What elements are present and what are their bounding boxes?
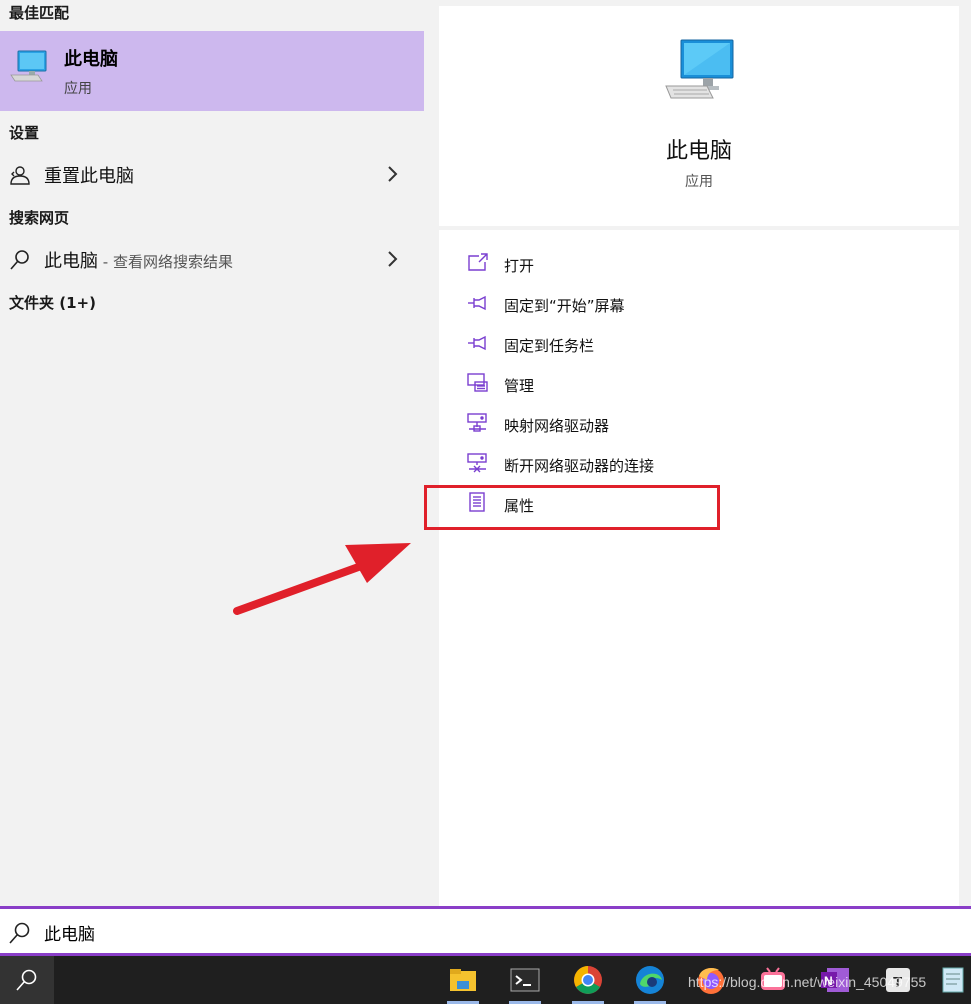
open-icon (467, 252, 489, 274)
pin-icon (467, 292, 489, 314)
web-search-suffix: - 查看网络搜索结果 (98, 253, 233, 271)
action-label: 映射网络驱动器 (504, 417, 610, 435)
best-match-subtitle: 应用 (64, 81, 92, 97)
action-label: 固定到“开始”屏幕 (504, 297, 625, 315)
notepad-icon[interactable] (935, 962, 971, 998)
computer-icon (10, 49, 48, 89)
chevron-right-icon (385, 165, 399, 183)
action-label: 打开 (504, 257, 535, 275)
settings-header: 设置 (9, 124, 40, 142)
chevron-right-icon (385, 250, 399, 268)
taskbar: N T https://blog.csdn.net/weixin_4504975… (0, 956, 971, 1004)
watermark-text: https://blog.csdn.net/weixin_45049755 (688, 974, 927, 990)
action-label: 固定到任务栏 (504, 337, 595, 355)
best-match-header: 最佳匹配 (9, 4, 70, 22)
pin-icon (467, 332, 489, 354)
disconnect-drive-icon (467, 452, 489, 474)
results-pane: 最佳匹配 此电脑 应用 设置 重置此电脑 搜索网页 此电脑 - 查看网络搜索结果… (0, 0, 424, 906)
action-label: 断开网络驱动器的连接 (504, 457, 655, 475)
action-map-network-drive[interactable]: 映射网络驱动器 (459, 406, 929, 442)
action-manage[interactable]: 管理 (459, 366, 929, 402)
manage-icon (467, 372, 489, 394)
detail-header-panel: 此电脑 应用 (439, 6, 959, 226)
chrome-icon[interactable] (570, 962, 606, 1004)
action-properties[interactable]: 属性 (459, 486, 929, 522)
actions-panel: 打开 固定到“开始”屏幕 固定到任务栏 管理 映射网络驱动器 断开网络驱动器的连… (439, 230, 959, 906)
search-bar (0, 906, 971, 956)
action-label: 属性 (504, 497, 535, 515)
folders-header[interactable]: 文件夹 (1+) (9, 292, 96, 313)
computer-icon (665, 36, 735, 110)
file-explorer-icon[interactable] (445, 962, 481, 1004)
web-search-label: 此电脑 - 查看网络搜索结果 (44, 247, 233, 273)
action-pin-to-taskbar[interactable]: 固定到任务栏 (459, 326, 929, 362)
taskbar-search-button[interactable] (0, 956, 54, 1004)
web-search-query: 此电脑 (44, 251, 98, 272)
search-input[interactable] (44, 919, 444, 945)
search-icon (16, 969, 37, 991)
best-match-item[interactable]: 此电脑 应用 (0, 31, 424, 111)
properties-icon (467, 492, 489, 514)
action-pin-to-start[interactable]: 固定到“开始”屏幕 (459, 286, 929, 322)
action-disconnect-network-drive[interactable]: 断开网络驱动器的连接 (459, 446, 929, 482)
best-match-title: 此电脑 (64, 49, 118, 70)
settings-reset-pc-item[interactable]: 重置此电脑 (0, 154, 424, 194)
action-open[interactable]: 打开 (459, 246, 929, 282)
search-icon (8, 921, 32, 949)
settings-item-label: 重置此电脑 (44, 166, 134, 187)
terminal-icon[interactable] (507, 962, 543, 1004)
web-search-item[interactable]: 此电脑 - 查看网络搜索结果 (0, 239, 424, 279)
web-search-header: 搜索网页 (9, 209, 70, 227)
detail-subtitle: 应用 (685, 174, 713, 190)
map-drive-icon (467, 412, 489, 434)
action-label: 管理 (504, 377, 535, 395)
search-icon (9, 249, 31, 271)
reset-pc-icon (9, 164, 31, 186)
edge-icon[interactable] (632, 962, 668, 1004)
detail-title: 此电脑 (665, 139, 732, 164)
